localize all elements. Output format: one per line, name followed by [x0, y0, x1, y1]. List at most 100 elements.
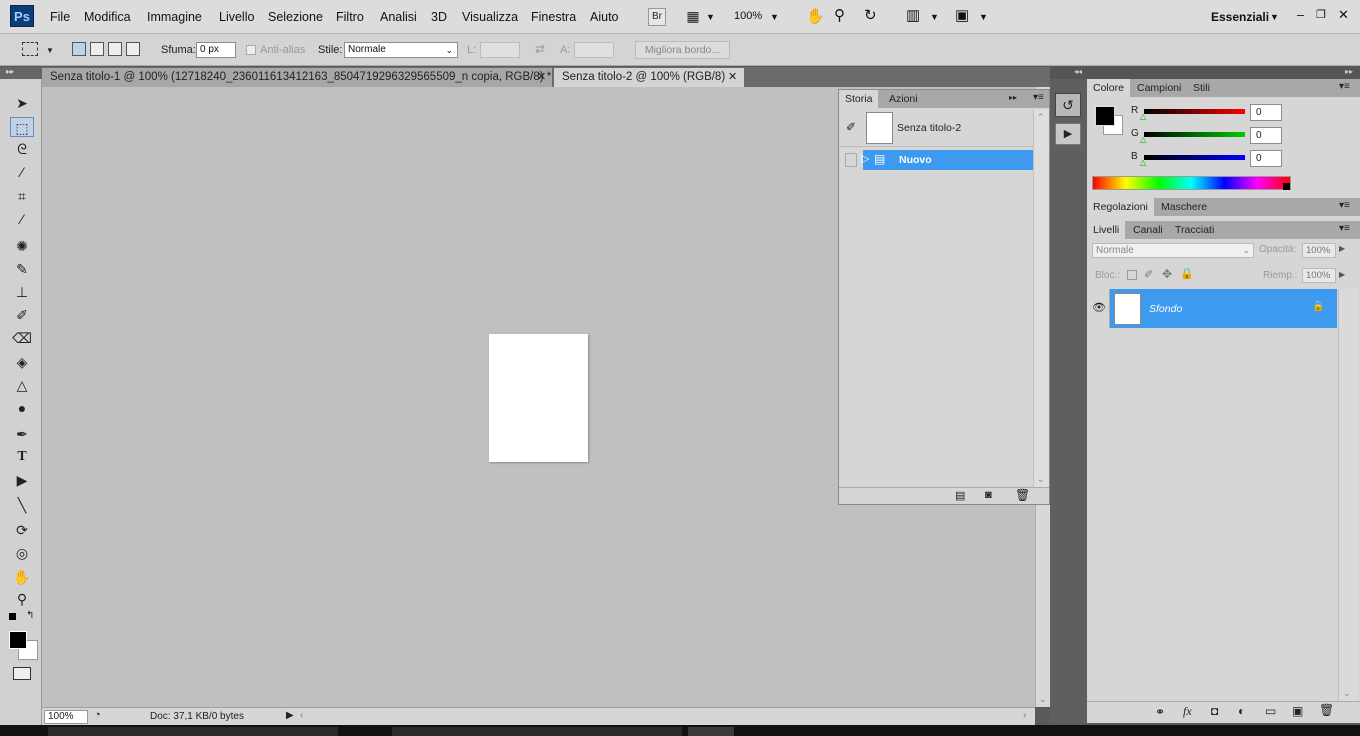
- screen-mode-icon[interactable]: ▣: [955, 6, 969, 24]
- layer-visibility-cell[interactable]: 👁: [1088, 289, 1110, 328]
- new-layer-icon[interactable]: ▣: [1292, 704, 1303, 718]
- adjustment-layer-icon[interactable]: ◐: [1238, 704, 1245, 718]
- menu-file[interactable]: File: [50, 10, 70, 24]
- collapse-dock-icon[interactable]: ▸▸: [1087, 67, 1360, 79]
- history-step-checkbox[interactable]: [845, 153, 857, 167]
- tab-senza-titolo-1[interactable]: Senza titolo-1 @ 100% (12718240_23601161…: [42, 68, 552, 87]
- lock-transparent-icon[interactable]: [1127, 270, 1137, 280]
- add-mask-icon[interactable]: ◘: [1211, 704, 1218, 718]
- close-icon[interactable]: ✕: [537, 70, 546, 83]
- scroll-up-icon[interactable]: ⌃: [1037, 112, 1045, 123]
- lock-image-icon[interactable]: ✐: [1144, 268, 1153, 281]
- new-snapshot-icon[interactable]: ◙: [985, 489, 992, 501]
- menu-visualizza[interactable]: Visualizza: [462, 10, 518, 24]
- paint-bucket-tool-icon[interactable]: ◈: [10, 352, 34, 372]
- layer-row-sfondo[interactable]: 👁 Sfondo 🔒: [1088, 289, 1337, 328]
- history-panel-icon[interactable]: ↺: [1055, 93, 1081, 117]
- zoom-icon[interactable]: ⚲: [834, 6, 845, 24]
- actions-panel-icon[interactable]: ▶: [1055, 123, 1081, 145]
- sfuma-input[interactable]: 0 px: [196, 42, 236, 58]
- add-selection-icon[interactable]: [90, 42, 104, 56]
- chevron-down-icon[interactable]: ▼: [46, 46, 54, 55]
- zoom-tool-icon[interactable]: ⚲: [10, 589, 34, 609]
- taskbar-item[interactable]: [392, 727, 682, 736]
- b-slider-handle-icon[interactable]: △: [1140, 158, 1146, 167]
- line-tool-icon[interactable]: ╲: [10, 495, 34, 515]
- rect-marquee-tool-icon[interactable]: ⬚: [10, 117, 34, 137]
- migliora-bordo-button[interactable]: Migliora bordo...: [635, 41, 730, 59]
- chevron-down-icon[interactable]: ▼: [930, 12, 939, 22]
- extras-icon[interactable]: ▦: [684, 8, 702, 26]
- arrange-documents-icon[interactable]: ▥: [906, 6, 920, 24]
- menu-aiuto[interactable]: Aiuto: [590, 10, 619, 24]
- panel-menu-icon[interactable]: ▾≡: [1339, 200, 1350, 211]
- move-tool-icon[interactable]: ➤: [10, 93, 34, 113]
- default-colors-icon[interactable]: [9, 613, 16, 620]
- eye-icon[interactable]: 👁: [1092, 301, 1106, 314]
- stile-select[interactable]: Normale ⌄: [344, 42, 458, 58]
- taskbar-item[interactable]: [688, 727, 734, 736]
- document-canvas[interactable]: [489, 334, 588, 462]
- blend-mode-select[interactable]: Normale ⌄: [1092, 243, 1254, 258]
- width-input[interactable]: [480, 42, 520, 58]
- scroll-right-icon[interactable]: ›: [1023, 710, 1026, 721]
- menu-selezione[interactable]: Selezione: [268, 10, 323, 24]
- 3d-orbit-tool-icon[interactable]: ◎: [10, 543, 34, 563]
- zoom-level[interactable]: 100%: [734, 10, 762, 22]
- spot-healing-tool-icon[interactable]: ✺: [10, 236, 34, 256]
- history-source-icon[interactable]: ✐: [846, 120, 856, 134]
- expand-panels-icon[interactable]: ◂◂: [1050, 67, 1087, 79]
- fg-color-swatch[interactable]: [1095, 106, 1115, 126]
- history-snapshot-row[interactable]: ✐ Senza titolo-2: [839, 109, 1033, 147]
- b-slider[interactable]: [1144, 155, 1245, 160]
- swap-icon[interactable]: ⇄: [535, 42, 545, 56]
- close-icon[interactable]: ✕: [1338, 7, 1349, 23]
- history-scrollbar[interactable]: ⌃ ⌄: [1033, 109, 1049, 487]
- close-icon[interactable]: ✕: [728, 70, 737, 83]
- link-layers-icon[interactable]: ⚭: [1155, 705, 1165, 719]
- brush-tool-icon[interactable]: ✎: [10, 259, 34, 279]
- dodge-tool-icon[interactable]: ●: [10, 398, 34, 418]
- tab-regolazioni[interactable]: Regolazioni: [1087, 198, 1154, 216]
- r-slider-handle-icon[interactable]: △: [1140, 112, 1146, 121]
- eraser-tool-icon[interactable]: ⌫: [10, 328, 34, 348]
- b-value-input[interactable]: 0: [1250, 150, 1282, 167]
- collapse-icon[interactable]: ▸▸: [1009, 93, 1017, 102]
- g-slider-handle-icon[interactable]: △: [1140, 135, 1146, 144]
- r-value-input[interactable]: 0: [1250, 104, 1282, 121]
- layers-scrollbar[interactable]: ⌄: [1338, 289, 1358, 701]
- menu-immagine[interactable]: Immagine: [147, 10, 202, 24]
- swap-colors-icon[interactable]: ↰: [26, 610, 34, 621]
- foreground-color-swatch[interactable]: [9, 631, 27, 649]
- restore-icon[interactable]: ❐: [1316, 8, 1326, 21]
- panel-menu-icon[interactable]: ▾≡: [1339, 81, 1350, 92]
- clone-stamp-tool-icon[interactable]: ⊥: [10, 282, 34, 302]
- collapse-toolbox-icon[interactable]: ▸▸: [0, 67, 42, 79]
- marquee-tool-preset-icon[interactable]: [22, 42, 38, 56]
- black-swatch[interactable]: [1283, 183, 1290, 190]
- menu-finestra[interactable]: Finestra: [531, 10, 576, 24]
- lasso-tool-icon[interactable]: ᘓ: [10, 139, 34, 159]
- height-input[interactable]: [574, 42, 614, 58]
- path-selection-tool-icon[interactable]: ▶: [10, 470, 34, 490]
- 3d-rotate-tool-icon[interactable]: ⟳: [10, 520, 34, 540]
- r-slider[interactable]: [1144, 109, 1245, 114]
- eyedropper-tool-icon[interactable]: ⁄: [10, 209, 34, 229]
- g-slider[interactable]: [1144, 132, 1245, 137]
- chevron-down-icon[interactable]: ▼: [706, 12, 715, 22]
- hand-tool-icon[interactable]: ✋: [10, 567, 34, 587]
- tab-maschere[interactable]: Maschere: [1155, 198, 1213, 216]
- intersect-selection-icon[interactable]: [126, 42, 140, 56]
- history-brush-tool-icon[interactable]: ✐: [10, 305, 34, 325]
- menu-filtro[interactable]: Filtro: [336, 10, 364, 24]
- fill-input[interactable]: 100%: [1302, 268, 1336, 283]
- scroll-left-icon[interactable]: ‹: [300, 710, 303, 721]
- chevron-down-icon[interactable]: ▼: [770, 12, 779, 22]
- tab-azioni[interactable]: Azioni: [883, 90, 924, 108]
- fill-arrow-icon[interactable]: ▶: [1339, 270, 1345, 279]
- menu-3d[interactable]: 3D: [431, 10, 447, 24]
- quick-mask-icon[interactable]: [13, 667, 31, 680]
- rotate-view-icon[interactable]: ↻: [864, 6, 877, 24]
- tab-senza-titolo-2[interactable]: Senza titolo-2 @ 100% (RGB/8): [554, 68, 744, 87]
- scroll-down-icon[interactable]: ⌄: [1037, 474, 1045, 485]
